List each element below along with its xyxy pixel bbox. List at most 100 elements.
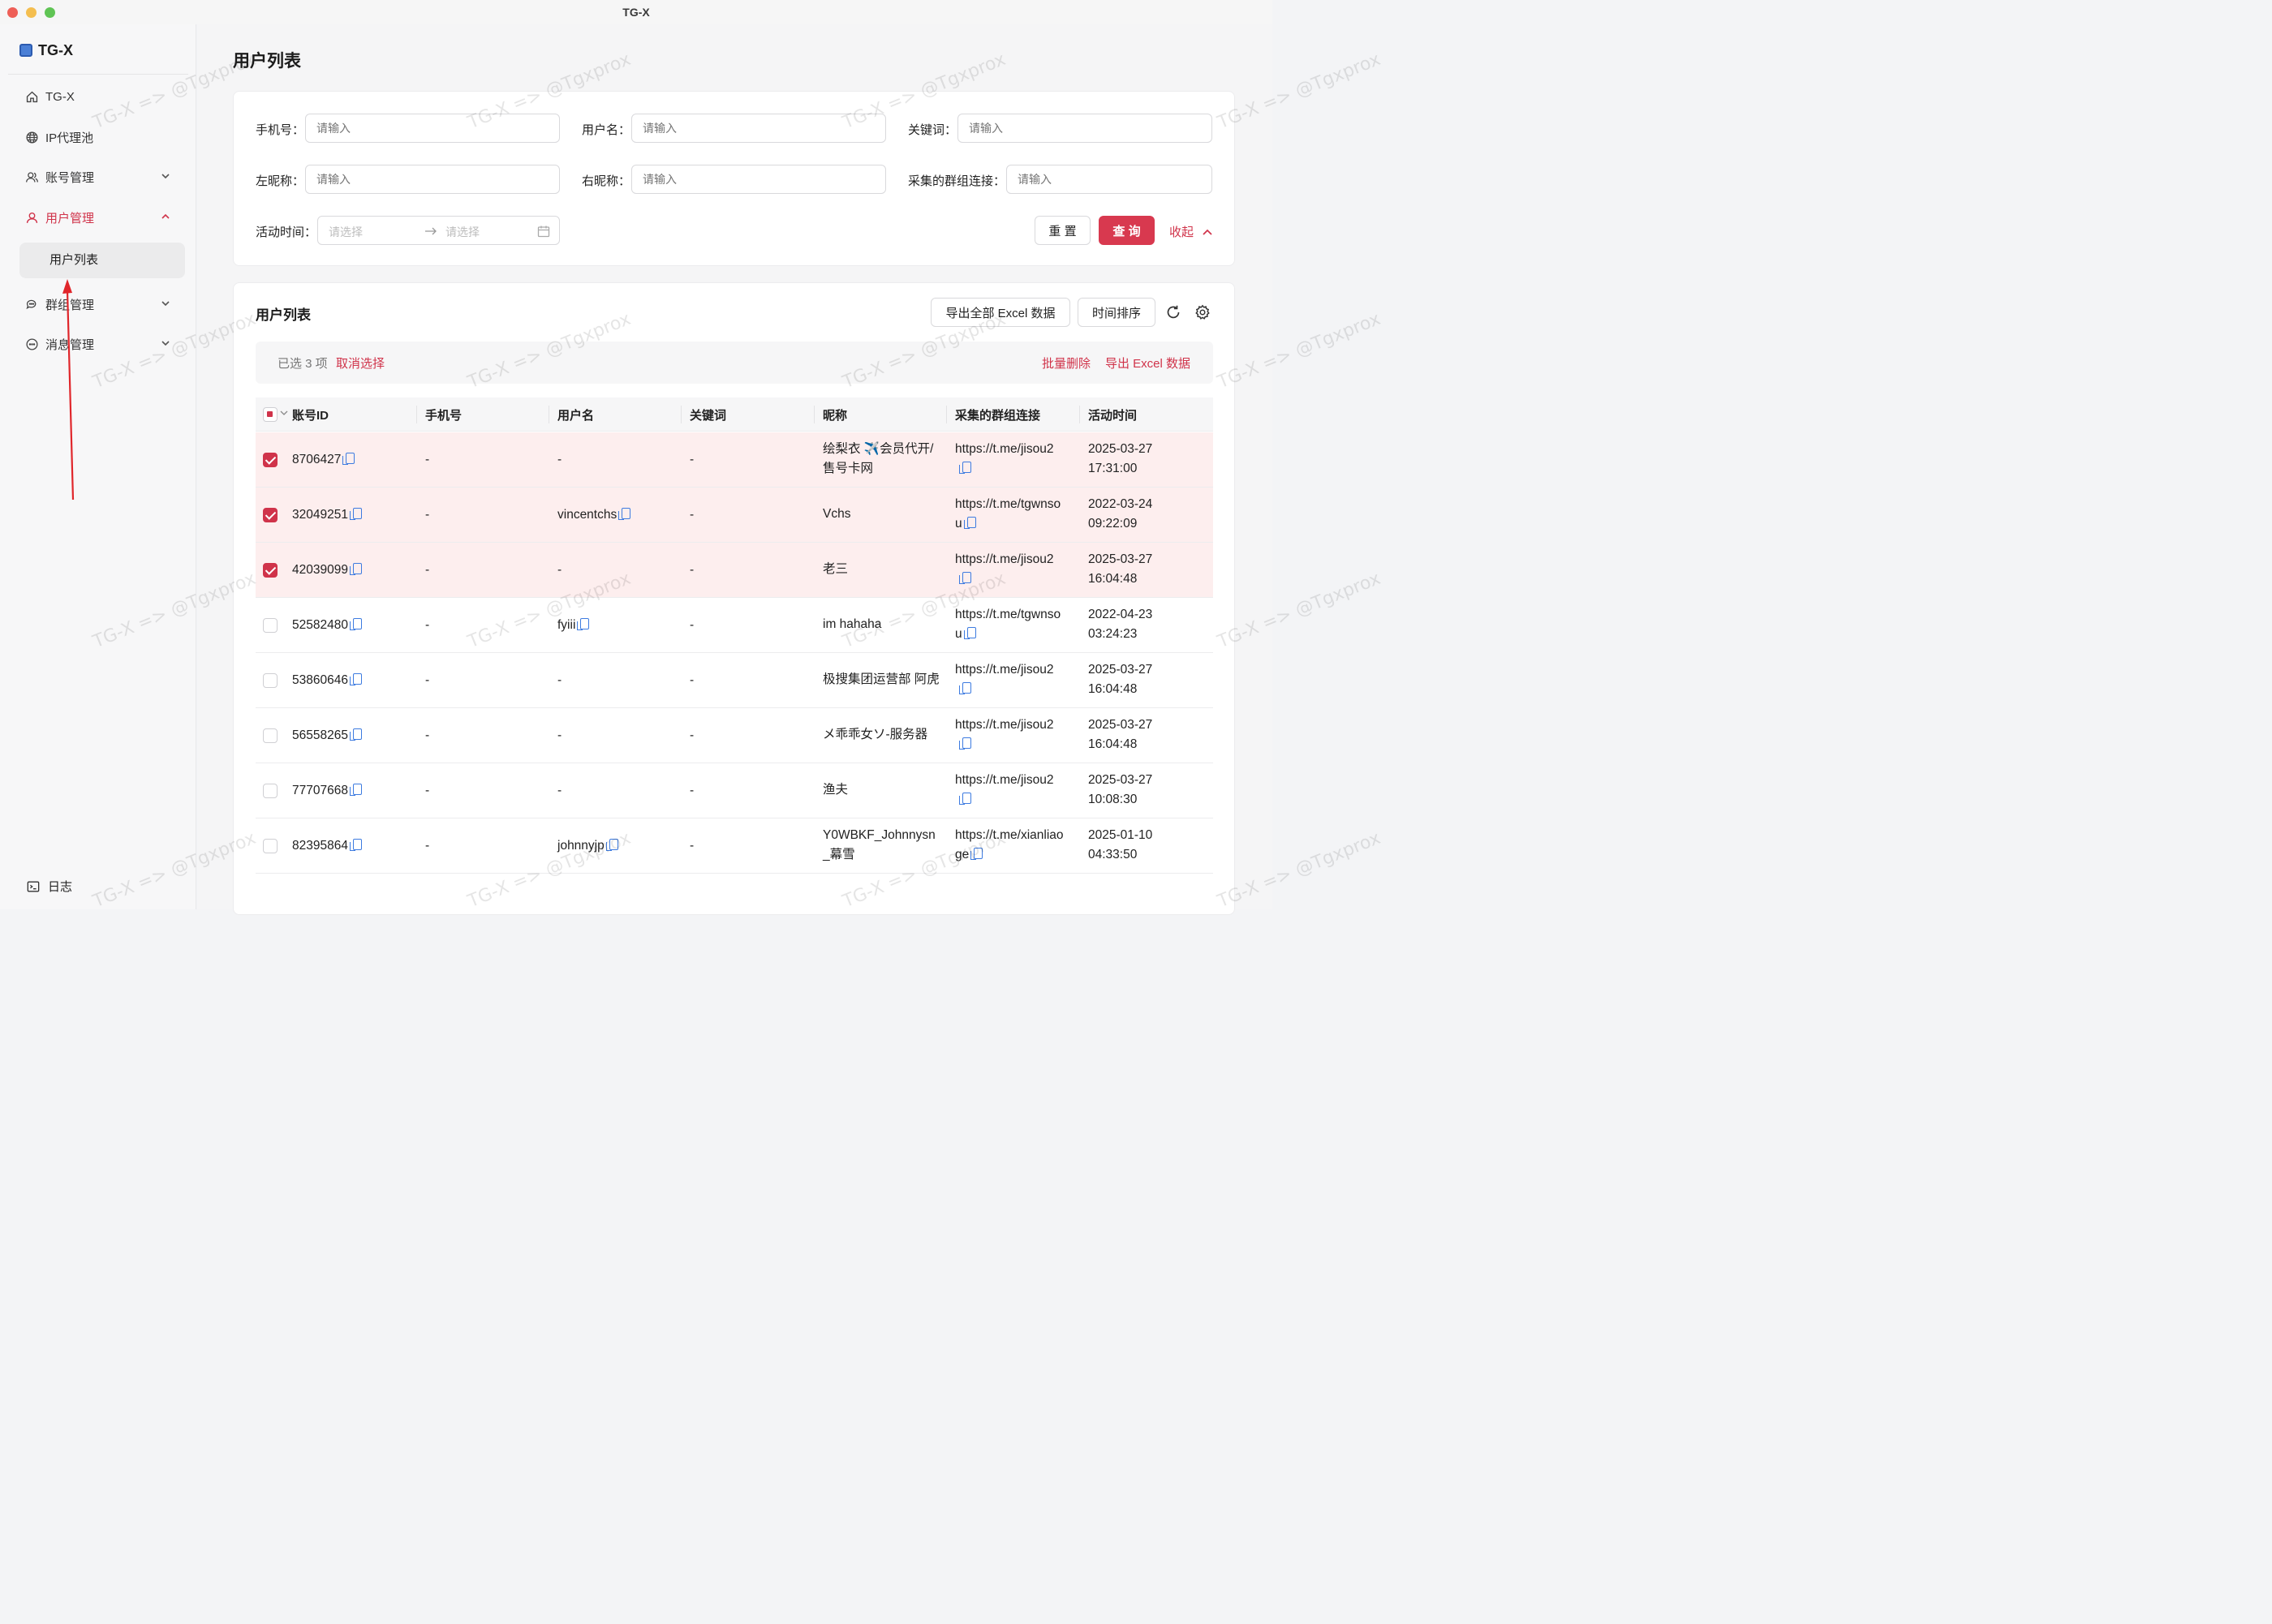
collapse-link[interactable]: 收起 — [1169, 223, 1213, 240]
filter-panel: 手机号： 用户名： 关键词： 左昵称： 右昵称： 采集的群组连接： 活动时间： … — [233, 91, 1235, 266]
sidebar-item-groups[interactable]: 群组管理 — [19, 288, 178, 320]
keyword-cell: - — [690, 618, 695, 632]
sidebar-item-ip-pool[interactable]: IP代理池 — [19, 121, 178, 153]
sidebar-item-users[interactable]: 用户管理 — [19, 201, 178, 234]
copy-icon[interactable] — [959, 737, 971, 750]
group-link-line-2: u — [955, 625, 1061, 644]
group-link-input[interactable] — [1006, 165, 1212, 194]
end-date-placeholder[interactable]: 请选择 — [445, 224, 480, 240]
copy-icon[interactable] — [349, 563, 362, 575]
sidebar-item-accounts[interactable]: 账号管理 — [19, 161, 178, 193]
column-divider — [1079, 406, 1080, 423]
phone-cell: - — [425, 673, 430, 687]
active-time-range-picker[interactable]: 请选择 请选择 — [317, 216, 560, 245]
copy-icon[interactable] — [605, 839, 618, 851]
select-all-checkbox[interactable] — [263, 407, 278, 422]
brand-name: TG-X — [38, 41, 73, 58]
row-checkbox[interactable] — [263, 673, 278, 688]
right-nick-label: 右昵称： — [582, 174, 631, 188]
refresh-icon[interactable] — [1164, 303, 1182, 321]
copy-icon[interactable] — [959, 462, 971, 474]
column-header-keyword: 关键词 — [690, 409, 727, 423]
active-date: 2025-03-27 — [1088, 773, 1153, 787]
sidebar-item-messages[interactable]: 消息管理 — [19, 328, 178, 360]
copy-icon[interactable] — [963, 627, 976, 639]
copy-icon[interactable] — [577, 618, 590, 630]
nickname-cell: 绘梨衣 ✈️会员代开/售号卡网 — [823, 440, 933, 479]
export-all-excel-button[interactable]: 导出全部 Excel 数据 — [931, 298, 1070, 327]
keyword-cell: - — [690, 563, 695, 577]
left-nick-input[interactable] — [305, 165, 560, 194]
keyword-input[interactable] — [957, 114, 1212, 143]
row-checkbox[interactable] — [263, 839, 278, 853]
table-row[interactable]: 82395864 - johnnyjp - Y0WBKF_Johnnysn _幕雪 http… — [256, 818, 1213, 874]
phone-input[interactable] — [305, 114, 560, 143]
nickname-line-1: メ乖乖女ソ-服务器 — [823, 728, 928, 741]
main-content: 用户列表 手机号： 用户名： 关键词： 左昵称： 右昵称： 采集的群组连接： 活… — [197, 24, 1272, 915]
row-checkbox[interactable] — [263, 453, 278, 467]
table-row[interactable]: 42039099 - - - 老三 https://t.me/jisou2 2025-03-… — [256, 543, 1213, 598]
account-id: 56558265 — [292, 728, 348, 742]
group-link-line-1: https://t.me/jisou2 — [955, 552, 1054, 566]
chevron-down-icon[interactable] — [280, 409, 288, 417]
sidebar-item-home[interactable]: TG-X — [19, 80, 178, 113]
right-nick-input[interactable] — [631, 165, 886, 194]
table-row[interactable]: 8706427 - - - 绘梨衣 ✈️会员代开/售号卡网 https://t.me/ji… — [256, 432, 1213, 488]
query-button[interactable]: 查 询 — [1099, 216, 1155, 245]
copy-icon[interactable] — [342, 453, 355, 465]
copy-icon[interactable] — [349, 839, 362, 851]
cancel-selection-link[interactable]: 取消选择 — [336, 354, 385, 372]
sidebar-subitem-user-list[interactable]: 用户列表 — [19, 243, 185, 278]
arrow-right-icon — [425, 227, 437, 235]
table-row[interactable]: 77707668 - - - 渔夫 https://t.me/jisou2 2025-03-… — [256, 763, 1213, 818]
active-time-cell: 2025-03-27 10:08:30 — [1088, 771, 1152, 810]
time-sort-button[interactable]: 时间排序 — [1078, 298, 1155, 327]
page-title: 用户列表 — [233, 52, 301, 71]
settings-gear-icon[interactable] — [1194, 303, 1211, 321]
row-checkbox[interactable] — [263, 563, 278, 578]
active-time-cell: 2025-03-27 16:04:48 — [1088, 550, 1152, 589]
copy-icon[interactable] — [959, 682, 971, 694]
copy-icon[interactable] — [349, 728, 362, 741]
copy-icon[interactable] — [959, 793, 971, 805]
row-checkbox[interactable] — [263, 618, 278, 633]
copy-icon[interactable] — [349, 784, 362, 796]
selection-bar: 已选 3 项 取消选择 批量删除 导出 Excel 数据 — [256, 342, 1213, 384]
chevron-up-icon — [161, 213, 170, 219]
account-id-cell: 32049251 — [292, 505, 362, 525]
group-link-cell: https://t.me/tgwnso u — [955, 605, 1061, 644]
copy-icon[interactable] — [963, 517, 976, 529]
nickname-line-1: Y0WBKF_Johnnysn — [823, 828, 936, 842]
table-row[interactable]: 56558265 - - - メ乖乖女ソ-服务器 https://t.me/jisou2 2… — [256, 708, 1213, 763]
reset-button[interactable]: 重 置 — [1035, 216, 1091, 245]
table-row[interactable]: 53860646 - - - 极搜集团运营部 阿虎 https://t.me/jisou2… — [256, 653, 1213, 708]
sidebar-item-log[interactable]: 日志 — [27, 878, 72, 895]
row-checkbox[interactable] — [263, 784, 278, 798]
copy-icon[interactable] — [349, 618, 362, 630]
copy-icon[interactable] — [618, 508, 631, 520]
copy-icon[interactable] — [959, 572, 971, 584]
table-row[interactable]: 32049251 - vincentchs - Vchs https://t.me/tgw… — [256, 488, 1213, 543]
copy-icon[interactable] — [970, 848, 983, 860]
table-row[interactable]: 52582480 - fyiii - im hahaha https://t.me/tgw… — [256, 598, 1213, 653]
row-checkbox[interactable] — [263, 728, 278, 743]
username-input[interactable] — [631, 114, 886, 143]
keyword-cell: - — [690, 839, 695, 853]
row-checkbox[interactable] — [263, 508, 278, 522]
home-icon — [24, 89, 39, 104]
username-cell: - — [557, 726, 562, 745]
username-cell: - — [557, 781, 562, 801]
active-date: 2022-04-23 — [1088, 608, 1153, 621]
phone-label: 手机号： — [256, 123, 305, 137]
user-icon — [24, 210, 39, 225]
start-date-placeholder[interactable]: 请选择 — [329, 224, 363, 240]
copy-icon[interactable] — [349, 508, 362, 520]
column-header-group-link: 采集的群组连接 — [955, 409, 1041, 423]
copy-icon[interactable] — [349, 673, 362, 685]
group-link-line-1: https://t.me/jisou2 — [955, 718, 1054, 732]
export-excel-link[interactable]: 导出 Excel 数据 — [1105, 354, 1190, 372]
account-id: 82395864 — [292, 839, 348, 853]
group-link-line-1: https://t.me/jisou2 — [955, 773, 1054, 787]
group-link-cell: https://t.me/jisou2 — [955, 771, 1053, 810]
batch-delete-link[interactable]: 批量删除 — [1042, 354, 1091, 372]
